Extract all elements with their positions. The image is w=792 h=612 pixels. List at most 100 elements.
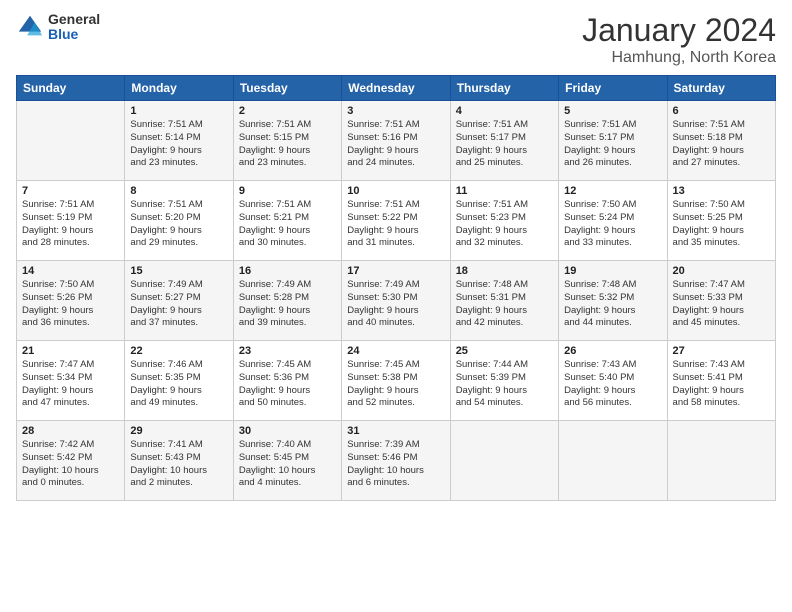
day-number: 17 [347, 265, 444, 277]
cell-content: Sunrise: 7:50 AM Sunset: 5:26 PM Dayligh… [22, 279, 119, 330]
logo-general-text: General [48, 12, 100, 27]
day-number: 6 [673, 105, 770, 117]
day-number: 27 [673, 345, 770, 357]
day-number: 30 [239, 425, 336, 437]
location-title: Hamhung, North Korea [582, 49, 776, 67]
calendar-header-row: SundayMondayTuesdayWednesdayThursdayFrid… [17, 76, 776, 101]
calendar-cell: 28 Sunrise: 7:42 AM Sunset: 5:42 PM Dayli… [17, 421, 125, 501]
calendar-week-0: 1Sunrise: 7:51 AM Sunset: 5:14 PM Daylig… [17, 101, 776, 181]
day-number: 4 [456, 105, 553, 117]
calendar-cell: 25 Sunrise: 7:44 AM Sunset: 5:39 PM Dayli… [450, 341, 558, 421]
calendar-cell: 5Sunrise: 7:51 AM Sunset: 5:17 PM Daylig… [559, 101, 667, 181]
calendar-week-3: 21Sunrise: 7:47 AM Sunset: 5:34 PM Dayli… [17, 341, 776, 421]
calendar-cell: 30 Sunrise: 7:40 AM Sunset: 5:45 PM Dayli… [233, 421, 341, 501]
column-header-tuesday: Tuesday [233, 76, 341, 101]
cell-content: Sunrise: 7:42 AM Sunset: 5:42 PM Dayligh… [22, 439, 119, 490]
calendar-cell: 23 Sunrise: 7:45 AM Sunset: 5:36 PM Dayli… [233, 341, 341, 421]
cell-content: Sunrise: 7:40 AM Sunset: 5:45 PM Dayligh… [239, 439, 336, 490]
calendar-cell: 15 Sunrise: 7:49 AM Sunset: 5:27 PM Dayli… [125, 261, 233, 341]
calendar-cell [450, 421, 558, 501]
day-number: 16 [239, 265, 336, 277]
calendar-cell: 27Sunrise: 7:43 AM Sunset: 5:41 PM Dayli… [667, 341, 775, 421]
column-header-friday: Friday [559, 76, 667, 101]
cell-content: Sunrise: 7:49 AM Sunset: 5:28 PM Dayligh… [239, 279, 336, 330]
cell-content: Sunrise: 7:51 AM Sunset: 5:23 PM Dayligh… [456, 199, 553, 250]
calendar-week-2: 14Sunrise: 7:50 AM Sunset: 5:26 PM Dayli… [17, 261, 776, 341]
logo-icon [16, 13, 44, 41]
cell-content: Sunrise: 7:51 AM Sunset: 5:22 PM Dayligh… [347, 199, 444, 250]
cell-content: Sunrise: 7:51 AM Sunset: 5:16 PM Dayligh… [347, 119, 444, 170]
calendar-cell: 7 Sunrise: 7:51 AM Sunset: 5:19 PM Daylig… [17, 181, 125, 261]
calendar-table: SundayMondayTuesdayWednesdayThursdayFrid… [16, 75, 776, 501]
cell-content: Sunrise: 7:50 AM Sunset: 5:24 PM Dayligh… [564, 199, 661, 250]
month-title: January 2024 [582, 12, 776, 49]
cell-content: Sunrise: 7:51 AM Sunset: 5:14 PM Dayligh… [130, 119, 227, 170]
cell-content: Sunrise: 7:45 AM Sunset: 5:38 PM Dayligh… [347, 359, 444, 410]
day-number: 2 [239, 105, 336, 117]
day-number: 25 [456, 345, 553, 357]
day-number: 22 [130, 345, 227, 357]
day-number: 28 [22, 425, 119, 437]
day-number: 12 [564, 185, 661, 197]
cell-content: Sunrise: 7:46 AM Sunset: 5:35 PM Dayligh… [130, 359, 227, 410]
day-number: 18 [456, 265, 553, 277]
day-number: 20 [673, 265, 770, 277]
calendar-cell: 29 Sunrise: 7:41 AM Sunset: 5:43 PM Dayli… [125, 421, 233, 501]
column-header-saturday: Saturday [667, 76, 775, 101]
cell-content: Sunrise: 7:47 AM Sunset: 5:33 PM Dayligh… [673, 279, 770, 330]
cell-content: Sunrise: 7:49 AM Sunset: 5:30 PM Dayligh… [347, 279, 444, 330]
cell-content: Sunrise: 7:51 AM Sunset: 5:20 PM Dayligh… [130, 199, 227, 250]
day-number: 9 [239, 185, 336, 197]
cell-content: Sunrise: 7:48 AM Sunset: 5:31 PM Dayligh… [456, 279, 553, 330]
cell-content: Sunrise: 7:51 AM Sunset: 5:19 PM Dayligh… [22, 199, 119, 250]
calendar-week-4: 28 Sunrise: 7:42 AM Sunset: 5:42 PM Dayli… [17, 421, 776, 501]
calendar-cell: 19 Sunrise: 7:48 AM Sunset: 5:32 PM Dayli… [559, 261, 667, 341]
day-number: 15 [130, 265, 227, 277]
day-number: 23 [239, 345, 336, 357]
cell-content: Sunrise: 7:45 AM Sunset: 5:36 PM Dayligh… [239, 359, 336, 410]
calendar-cell: 9 Sunrise: 7:51 AM Sunset: 5:21 PM Daylig… [233, 181, 341, 261]
cell-content: Sunrise: 7:51 AM Sunset: 5:21 PM Dayligh… [239, 199, 336, 250]
day-number: 19 [564, 265, 661, 277]
day-number: 11 [456, 185, 553, 197]
day-number: 3 [347, 105, 444, 117]
day-number: 7 [22, 185, 119, 197]
day-number: 10 [347, 185, 444, 197]
calendar-cell: 20 Sunrise: 7:47 AM Sunset: 5:33 PM Dayli… [667, 261, 775, 341]
calendar-cell: 10 Sunrise: 7:51 AM Sunset: 5:22 PM Dayli… [342, 181, 450, 261]
day-number: 8 [130, 185, 227, 197]
column-header-monday: Monday [125, 76, 233, 101]
calendar-cell: 31Sunrise: 7:39 AM Sunset: 5:46 PM Dayli… [342, 421, 450, 501]
cell-content: Sunrise: 7:49 AM Sunset: 5:27 PM Dayligh… [130, 279, 227, 330]
calendar-cell [17, 101, 125, 181]
day-number: 5 [564, 105, 661, 117]
cell-content: Sunrise: 7:41 AM Sunset: 5:43 PM Dayligh… [130, 439, 227, 490]
cell-content: Sunrise: 7:44 AM Sunset: 5:39 PM Dayligh… [456, 359, 553, 410]
calendar-cell: 1Sunrise: 7:51 AM Sunset: 5:14 PM Daylig… [125, 101, 233, 181]
calendar-cell: 6 Sunrise: 7:51 AM Sunset: 5:18 PM Daylig… [667, 101, 775, 181]
calendar-cell: 12 Sunrise: 7:50 AM Sunset: 5:24 PM Dayli… [559, 181, 667, 261]
day-number: 26 [564, 345, 661, 357]
column-header-sunday: Sunday [17, 76, 125, 101]
cell-content: Sunrise: 7:43 AM Sunset: 5:40 PM Dayligh… [564, 359, 661, 410]
calendar-cell: 4 Sunrise: 7:51 AM Sunset: 5:17 PM Daylig… [450, 101, 558, 181]
calendar-body: 1Sunrise: 7:51 AM Sunset: 5:14 PM Daylig… [17, 101, 776, 501]
calendar-cell: 17 Sunrise: 7:49 AM Sunset: 5:30 PM Dayli… [342, 261, 450, 341]
logo-blue-text: Blue [48, 27, 100, 42]
calendar-cell: 21Sunrise: 7:47 AM Sunset: 5:34 PM Dayli… [17, 341, 125, 421]
cell-content: Sunrise: 7:51 AM Sunset: 5:17 PM Dayligh… [456, 119, 553, 170]
cell-content: Sunrise: 7:51 AM Sunset: 5:18 PM Dayligh… [673, 119, 770, 170]
calendar-cell: 11 Sunrise: 7:51 AM Sunset: 5:23 PM Dayli… [450, 181, 558, 261]
cell-content: Sunrise: 7:48 AM Sunset: 5:32 PM Dayligh… [564, 279, 661, 330]
day-number: 13 [673, 185, 770, 197]
calendar-cell [667, 421, 775, 501]
cell-content: Sunrise: 7:39 AM Sunset: 5:46 PM Dayligh… [347, 439, 444, 490]
calendar-cell: 22 Sunrise: 7:46 AM Sunset: 5:35 PM Dayli… [125, 341, 233, 421]
calendar-cell: 24Sunrise: 7:45 AM Sunset: 5:38 PM Dayli… [342, 341, 450, 421]
calendar-cell: 14Sunrise: 7:50 AM Sunset: 5:26 PM Dayli… [17, 261, 125, 341]
column-header-thursday: Thursday [450, 76, 558, 101]
cell-content: Sunrise: 7:51 AM Sunset: 5:15 PM Dayligh… [239, 119, 336, 170]
day-number: 29 [130, 425, 227, 437]
calendar-cell: 3 Sunrise: 7:51 AM Sunset: 5:16 PM Daylig… [342, 101, 450, 181]
calendar-cell: 2 Sunrise: 7:51 AM Sunset: 5:15 PM Daylig… [233, 101, 341, 181]
